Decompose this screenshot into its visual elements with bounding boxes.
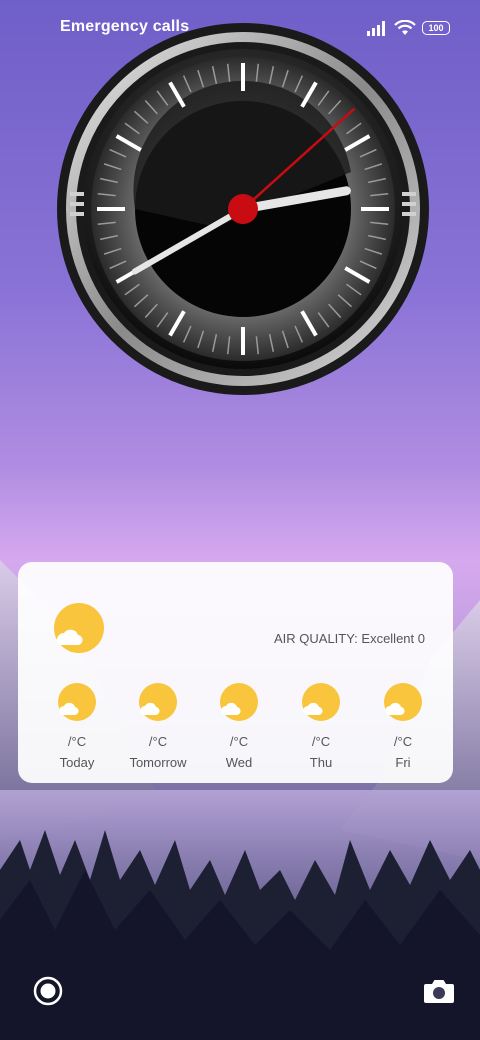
- partly-cloudy-icon: [58, 683, 96, 721]
- partly-cloudy-icon: [384, 683, 422, 721]
- partly-cloudy-icon: [302, 683, 340, 721]
- analog-clock-widget[interactable]: [56, 22, 430, 396]
- partly-cloudy-icon: [54, 603, 104, 653]
- camera-icon[interactable]: [422, 975, 456, 1007]
- partly-cloudy-icon: [220, 683, 258, 721]
- record-icon[interactable]: [32, 975, 64, 1007]
- weather-widget[interactable]: AIR QUALITY: Excellent 0 /°C Today /°C T…: [18, 562, 453, 783]
- partly-cloudy-icon: [139, 683, 177, 721]
- forecast-temp: /°C: [393, 734, 413, 749]
- forecast-row: /°C Today /°C Tomorrow /°C Wed /°C Thu /…: [18, 682, 453, 782]
- forecast-day-name: Fri: [395, 755, 411, 770]
- clock-center-cap: [228, 194, 258, 224]
- forecast-day: /°C Fri: [353, 682, 453, 770]
- air-quality-text: AIR QUALITY: Excellent 0: [273, 631, 425, 646]
